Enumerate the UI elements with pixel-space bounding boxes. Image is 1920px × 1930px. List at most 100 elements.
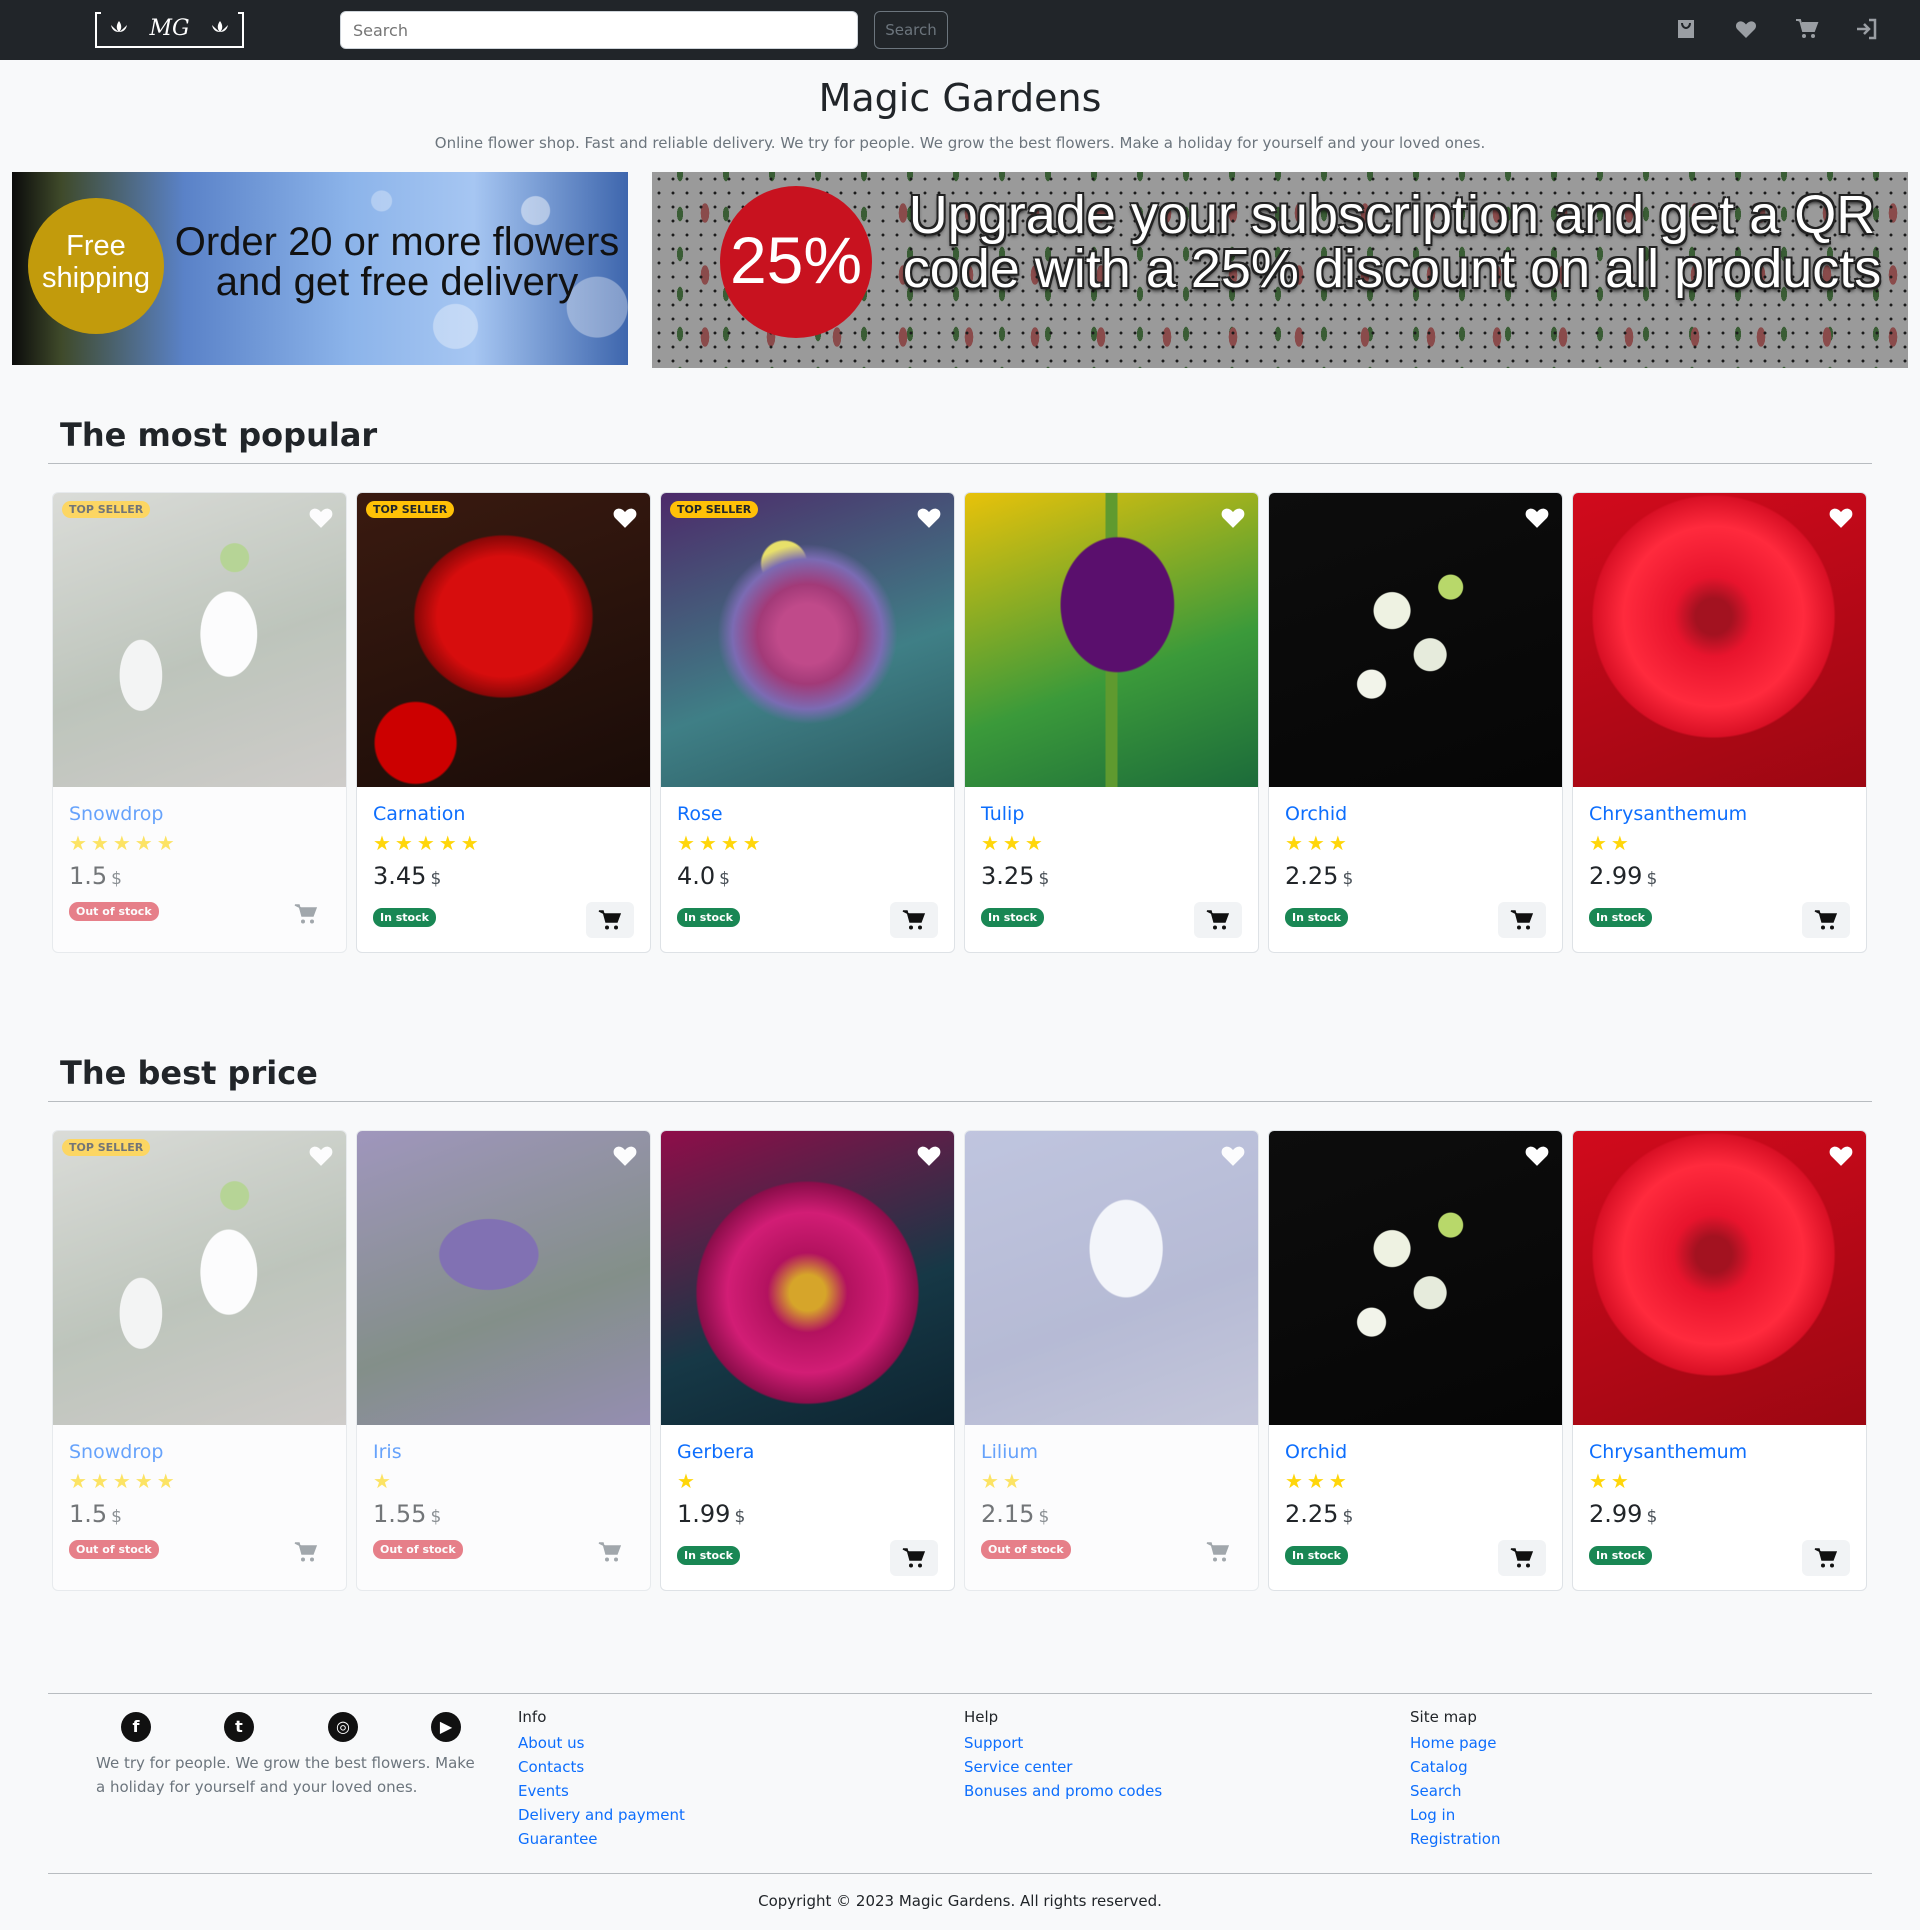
product-card[interactable]: Gerbera ★ 1.99 $ In stock (660, 1130, 955, 1591)
add-to-cart-button[interactable] (282, 1534, 330, 1570)
footer-column-title: Info (518, 1708, 547, 1726)
product-card[interactable]: Tulip ★★★ 3.25 $ In stock (964, 492, 1259, 953)
heart-icon[interactable] (1734, 17, 1758, 41)
product-image[interactable] (1269, 1131, 1562, 1425)
product-image[interactable] (965, 1131, 1258, 1425)
product-image[interactable] (53, 1131, 346, 1425)
footer-link-search[interactable]: Search (1410, 1779, 1500, 1803)
favorite-heart-icon[interactable] (612, 1143, 638, 1167)
product-name-link[interactable]: Tulip (981, 803, 1024, 825)
add-to-cart-button[interactable] (1802, 1540, 1850, 1576)
product-name-link[interactable]: Chrysanthemum (1589, 803, 1747, 825)
subscription-banner[interactable]: 25% Upgrade your subscription and get a … (652, 172, 1908, 368)
price-value: 2.25 (1285, 1500, 1339, 1528)
favorite-heart-icon[interactable] (308, 505, 334, 529)
rating-stars: ★★★★★ (373, 831, 483, 855)
add-to-cart-button[interactable] (1194, 902, 1242, 938)
footer-link-home[interactable]: Home page (1410, 1731, 1500, 1755)
favorite-heart-icon[interactable] (1524, 1143, 1550, 1167)
add-to-cart-button[interactable] (586, 1534, 634, 1570)
add-to-cart-button[interactable] (1498, 902, 1546, 938)
product-name-link[interactable]: Rose (677, 803, 723, 825)
bag-icon[interactable] (1674, 17, 1698, 41)
favorite-heart-icon[interactable] (916, 1143, 942, 1167)
favorite-heart-icon[interactable] (1524, 505, 1550, 529)
product-card[interactable]: Iris ★ 1.55 $ Out of stock (356, 1130, 651, 1591)
footer-link-registration[interactable]: Registration (1410, 1827, 1500, 1851)
login-icon[interactable] (1855, 17, 1879, 41)
rating-stars: ★★★ (1285, 831, 1351, 855)
footer-link-bonuses[interactable]: Bonuses and promo codes (964, 1779, 1162, 1803)
product-card[interactable]: Chrysanthemum ★★ 2.99 $ In stock (1572, 1130, 1867, 1591)
product-image[interactable] (357, 493, 650, 787)
favorite-heart-icon[interactable] (1828, 505, 1854, 529)
add-to-cart-button[interactable] (890, 1540, 938, 1576)
product-card[interactable]: Chrysanthemum ★★ 2.99 $ In stock (1572, 492, 1867, 953)
add-to-cart-button[interactable] (890, 902, 938, 938)
price-currency: $ (1342, 1507, 1354, 1527)
site-logo[interactable]: MG (95, 12, 244, 48)
add-to-cart-button[interactable] (586, 902, 634, 938)
product-card[interactable]: TOP SELLER Carnation ★★★★★ 3.45 $ In stock (356, 492, 651, 953)
product-image[interactable] (1573, 493, 1866, 787)
stock-status-badge: In stock (1285, 908, 1348, 927)
add-to-cart-button[interactable] (1498, 1540, 1546, 1576)
price-value: 2.15 (981, 1500, 1035, 1528)
product-image[interactable] (357, 1131, 650, 1425)
favorite-heart-icon[interactable] (1828, 1143, 1854, 1167)
top-seller-badge: TOP SELLER (62, 501, 151, 518)
product-name-link[interactable]: Orchid (1285, 1441, 1347, 1463)
favorite-heart-icon[interactable] (308, 1143, 334, 1167)
product-card[interactable]: Orchid ★★★ 2.25 $ In stock (1268, 1130, 1563, 1591)
add-to-cart-button[interactable] (1802, 902, 1850, 938)
footer-link-events[interactable]: Events (518, 1779, 685, 1803)
price-value: 2.99 (1589, 862, 1643, 890)
product-image[interactable] (53, 493, 346, 787)
footer-link-login[interactable]: Log in (1410, 1803, 1500, 1827)
favorite-heart-icon[interactable] (1220, 505, 1246, 529)
product-image[interactable] (965, 493, 1258, 787)
product-name-link[interactable]: Lilium (981, 1441, 1038, 1463)
footer-link-contacts[interactable]: Contacts (518, 1755, 685, 1779)
footer-link-catalog[interactable]: Catalog (1410, 1755, 1500, 1779)
product-image[interactable] (1573, 1131, 1866, 1425)
product-card[interactable]: Lilium ★★ 2.15 $ Out of stock (964, 1130, 1259, 1591)
price-value: 1.5 (69, 862, 108, 890)
stock-status-badge: In stock (981, 908, 1044, 927)
product-card[interactable]: TOP SELLER Rose ★★★★ 4.0 $ In stock (660, 492, 955, 953)
product-name-link[interactable]: Iris (373, 1441, 402, 1463)
footer-link-support[interactable]: Support (964, 1731, 1162, 1755)
search-input[interactable] (340, 11, 858, 49)
product-image[interactable] (661, 493, 954, 787)
footer-link-about-us[interactable]: About us (518, 1731, 685, 1755)
facebook-icon[interactable]: f (121, 1712, 151, 1742)
product-card[interactable]: TOP SELLER Snowdrop ★★★★★ 1.5 $ Out of stock (52, 492, 347, 953)
favorite-heart-icon[interactable] (612, 505, 638, 529)
footer-link-service-center[interactable]: Service center (964, 1755, 1162, 1779)
product-name-link[interactable]: Orchid (1285, 803, 1347, 825)
twitter-icon[interactable]: t (224, 1712, 254, 1742)
free-shipping-banner[interactable]: Free shipping Order 20 or more flowers a… (12, 172, 628, 365)
footer-link-delivery[interactable]: Delivery and payment (518, 1803, 685, 1827)
search-button[interactable]: Search (874, 11, 948, 49)
product-name-link[interactable]: Snowdrop (69, 1441, 163, 1463)
price-currency: $ (1038, 869, 1050, 889)
favorite-heart-icon[interactable] (1220, 1143, 1246, 1167)
product-name-link[interactable]: Carnation (373, 803, 465, 825)
footer-link-guarantee[interactable]: Guarantee (518, 1827, 685, 1851)
product-card[interactable]: TOP SELLER Snowdrop ★★★★★ 1.5 $ Out of stock (52, 1130, 347, 1591)
product-card[interactable]: Orchid ★★★ 2.25 $ In stock (1268, 492, 1563, 953)
product-name-link[interactable]: Snowdrop (69, 803, 163, 825)
page-subtitle: Online flower shop. Fast and reliable de… (434, 134, 1486, 152)
add-to-cart-button[interactable] (282, 896, 330, 932)
cart-icon[interactable] (1795, 17, 1819, 41)
product-name-link[interactable]: Gerbera (677, 1441, 754, 1463)
product-image[interactable] (1269, 493, 1562, 787)
favorite-heart-icon[interactable] (916, 505, 942, 529)
product-image[interactable] (661, 1131, 954, 1425)
product-name-link[interactable]: Chrysanthemum (1589, 1441, 1747, 1463)
instagram-icon[interactable]: ◎ (328, 1712, 358, 1742)
price-currency: $ (1646, 1507, 1658, 1527)
add-to-cart-button[interactable] (1194, 1534, 1242, 1570)
youtube-icon[interactable]: ▶ (431, 1712, 461, 1742)
